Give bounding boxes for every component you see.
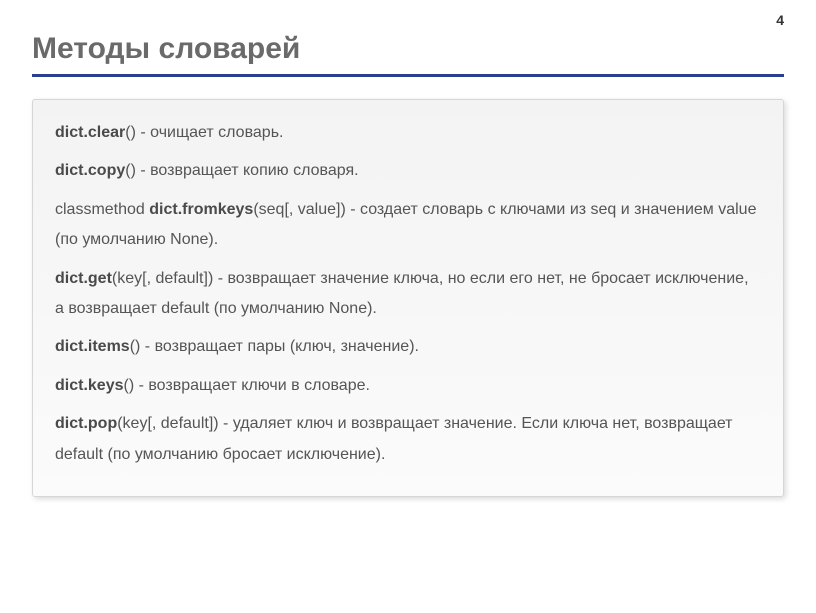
method-name: dict.keys [55, 377, 123, 394]
method-name: dict.clear [55, 124, 125, 141]
method-item: classmethod dict.fromkeys(seq[, value]) … [55, 195, 761, 256]
method-item: dict.get(key[, default]) - возвращает зн… [55, 264, 761, 325]
slide-title: Методы словарей [32, 32, 784, 66]
method-name: dict.fromkeys [149, 201, 253, 218]
method-desc: () - очищает словарь. [125, 124, 283, 141]
method-prefix: classmethod [55, 201, 149, 218]
method-desc: () - возвращает ключи в словаре. [123, 377, 369, 394]
method-desc: (key[, default]) - возвращает значение к… [55, 270, 749, 317]
method-item: dict.keys() - возвращает ключи в словаре… [55, 371, 761, 401]
method-item: dict.clear() - очищает словарь. [55, 118, 761, 148]
method-desc: () - возвращает пары (ключ, значение). [130, 338, 419, 355]
content-box: dict.clear() - очищает словарь. dict.cop… [32, 99, 784, 497]
method-name: dict.copy [55, 162, 125, 179]
method-item: dict.items() - возвращает пары (ключ, зн… [55, 332, 761, 362]
method-name: dict.items [55, 338, 130, 355]
method-name: dict.pop [55, 415, 117, 432]
page-number: 4 [776, 12, 784, 28]
title-rule [32, 74, 784, 77]
method-name: dict.get [55, 270, 112, 287]
method-item: dict.pop(key[, default]) - удаляет ключ … [55, 409, 761, 470]
method-item: dict.copy() - возвращает копию словаря. [55, 156, 761, 186]
method-desc: (key[, default]) - удаляет ключ и возвра… [55, 415, 733, 462]
method-desc: () - возвращает копию словаря. [125, 162, 358, 179]
